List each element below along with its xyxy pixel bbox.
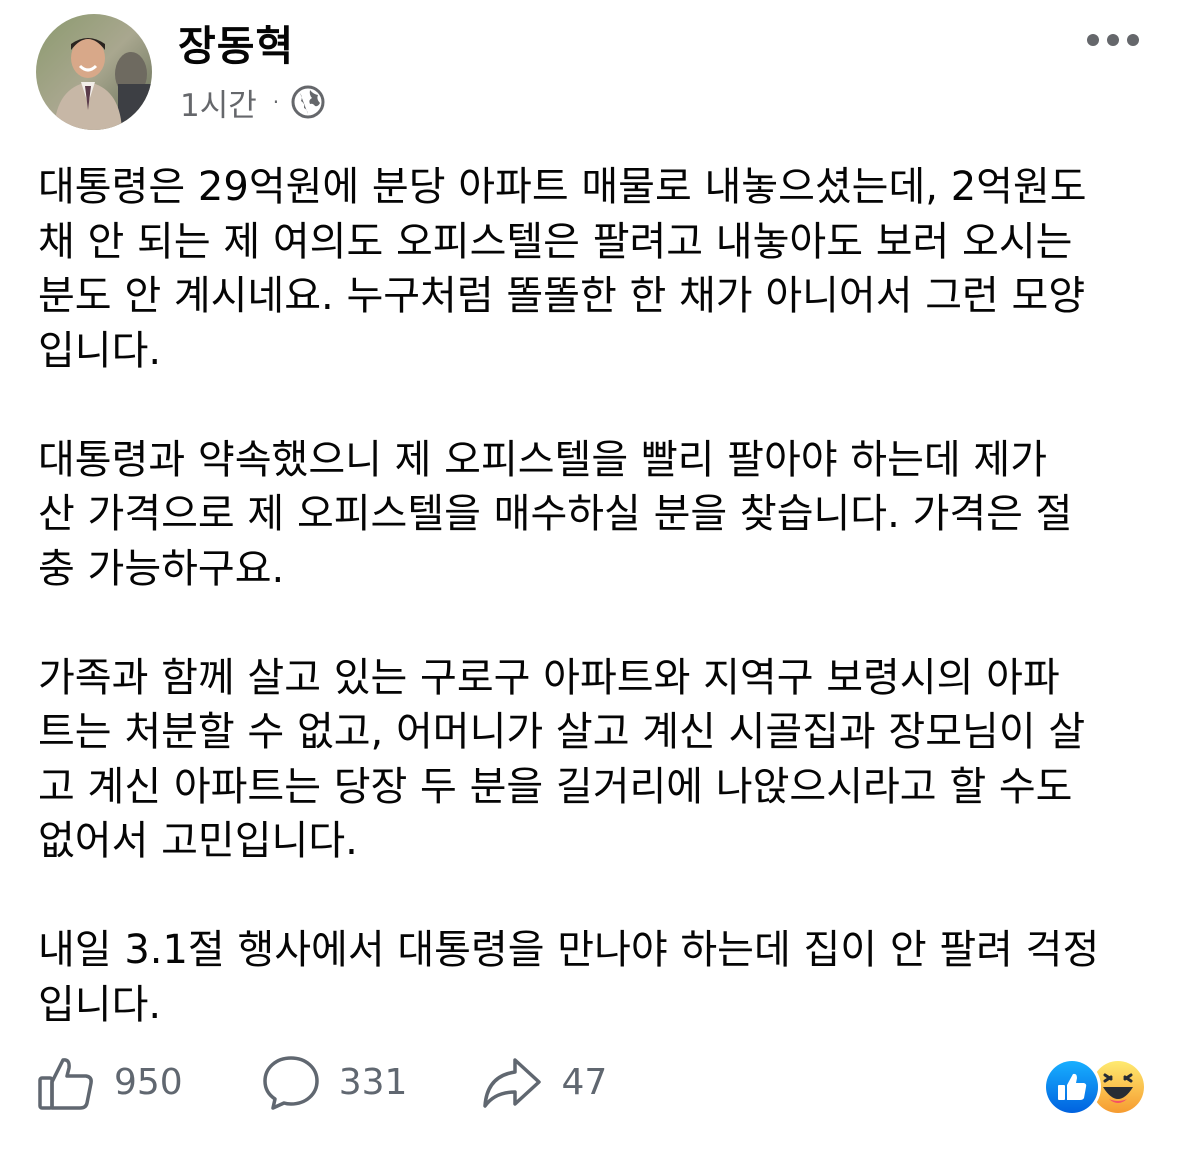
share-count: 47 xyxy=(561,1061,608,1103)
share-button[interactable]: 47 xyxy=(481,1052,607,1112)
post-header: 장동혁 1시간 · xyxy=(0,0,1179,140)
meta-separator: · xyxy=(272,90,280,114)
thumbs-up-icon xyxy=(38,1058,93,1110)
share-arrow-icon xyxy=(483,1058,542,1108)
like-button[interactable]: 950 xyxy=(36,1052,183,1112)
post-time[interactable]: 1시간 xyxy=(180,80,257,125)
post-text: 대통령은 29억원에 분당 아파트 매물로 내놓으셨는데, 2억원도 채 안 되… xyxy=(38,160,1143,1032)
action-bar: 950 331 47 xyxy=(36,1050,607,1114)
post-paragraph: 대통령과 약속했으니 제 오피스텔을 빨리 팔아야 하는데 제가 산 가격으로 … xyxy=(38,436,1073,592)
comment-button[interactable]: 331 xyxy=(261,1052,408,1112)
comment-bubble-icon xyxy=(262,1056,319,1110)
like-reaction-icon xyxy=(1043,1058,1101,1116)
reaction-summary[interactable] xyxy=(1043,1058,1147,1116)
globe-icon[interactable] xyxy=(291,85,325,119)
post-meta: 1시간 · xyxy=(180,80,325,124)
post-paragraph: 내일 3.1절 행사에서 대통령을 만나야 하는데 집이 안 팔려 걱정 입니다… xyxy=(38,927,1100,1028)
author-name[interactable]: 장동혁 xyxy=(178,20,294,72)
avatar[interactable] xyxy=(36,14,152,130)
more-horizontal-icon xyxy=(1087,34,1099,46)
post-paragraph: 대통령은 29억원에 분당 아파트 매물로 내놓으셨는데, 2억원도 채 안 되… xyxy=(38,164,1087,374)
more-options-button[interactable] xyxy=(1087,34,1139,46)
like-count: 950 xyxy=(114,1061,183,1103)
post-paragraph: 가족과 함께 살고 있는 구로구 아파트와 지역구 보령시의 아파 트는 처분할… xyxy=(38,654,1086,865)
comment-count: 331 xyxy=(338,1061,408,1103)
